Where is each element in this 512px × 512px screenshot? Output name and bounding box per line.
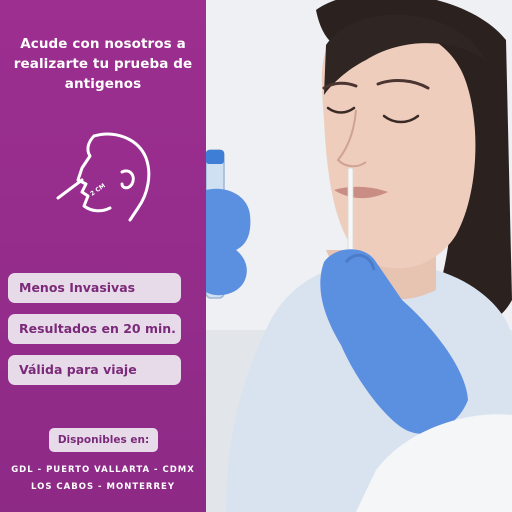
- headline: Acude con nosotros a realizarte tu prueb…: [13, 36, 193, 92]
- cities-line-1: GDL - PUERTO VALLARTA - CDMX: [11, 465, 195, 475]
- photo-illustration: [206, 0, 512, 512]
- nose-swab-icon: 2 CM: [56, 132, 151, 222]
- benefit-valid-travel: Válida para viaje: [8, 355, 181, 385]
- icon-measure-label: 2 CM: [89, 182, 107, 197]
- benefit-results-time: Resultados en 20 min.: [8, 314, 181, 344]
- info-panel: Acude con nosotros a realizarte tu prueb…: [0, 0, 206, 512]
- cities-list: GDL - PUERTO VALLARTA - CDMX LOS CABOS -…: [4, 462, 202, 496]
- benefit-less-invasive: Menos Invasivas: [8, 273, 181, 303]
- nasal-swab-photo: [206, 0, 512, 512]
- cities-line-2: LOS CABOS - MONTERREY: [31, 482, 175, 492]
- glove-left: [206, 188, 251, 296]
- available-badge: Disponibles en:: [49, 428, 158, 452]
